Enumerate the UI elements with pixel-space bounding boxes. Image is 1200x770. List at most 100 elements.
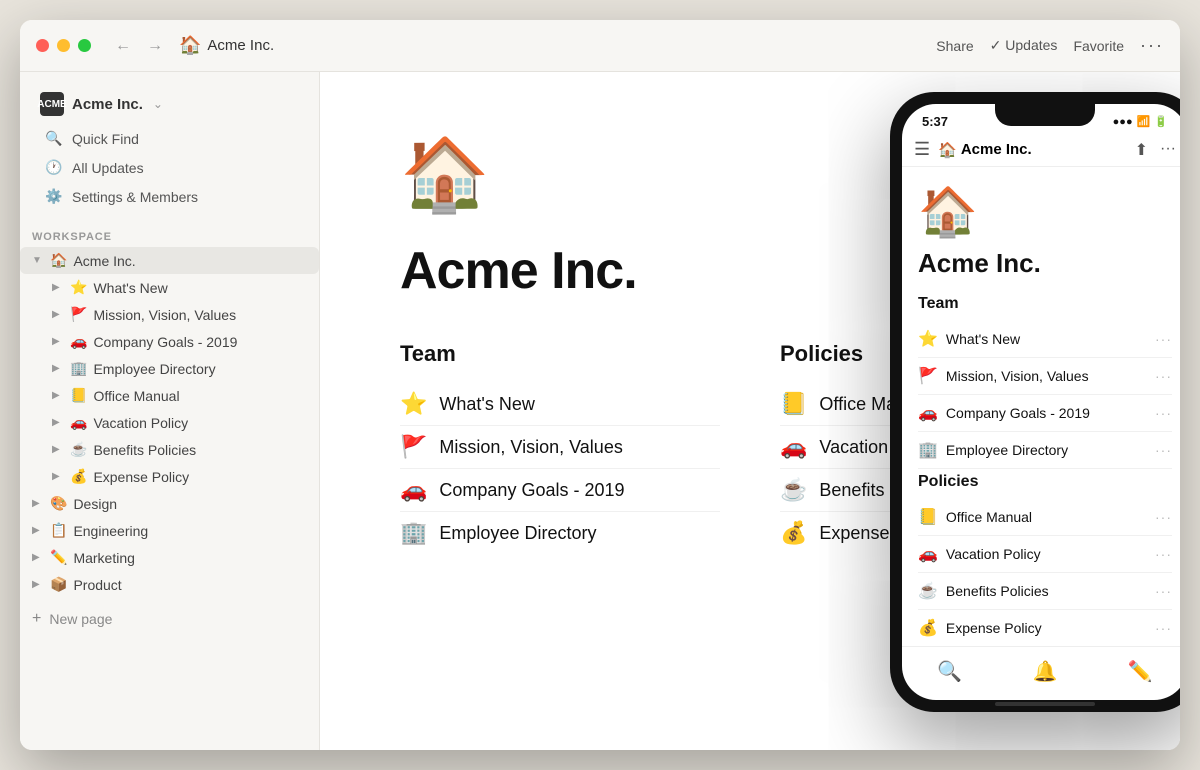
- close-button[interactable]: [36, 39, 49, 52]
- favorite-button[interactable]: Favorite: [1073, 38, 1124, 54]
- office-manual-label: Office Manual: [93, 388, 179, 404]
- quick-find-item[interactable]: 🔍 Quick Find: [36, 124, 303, 153]
- list-item[interactable]: 🚗 Company Goals - 2019: [400, 469, 720, 512]
- minimize-button[interactable]: [57, 39, 70, 52]
- phone-bell-icon[interactable]: 🔔: [1033, 659, 1058, 684]
- design-label: Design: [73, 496, 311, 512]
- sidebar-item-office-manual[interactable]: ▶ 📒 Office Manual: [20, 382, 319, 409]
- breadcrumb: 🏠 Acme Inc.: [179, 35, 936, 56]
- mission-emoji: 🚩: [70, 306, 87, 323]
- gear-icon: ⚙️: [44, 188, 64, 205]
- phone-screen: 5:37 ●●● 📶 🔋 ☰ 🏠 A: [902, 104, 1180, 700]
- phone-edit-icon[interactable]: ✏️: [1128, 659, 1153, 684]
- list-item[interactable]: 🏢 Employee Directory ···: [918, 432, 1172, 469]
- marketing-emoji: ✏️: [50, 549, 67, 566]
- vacation-policy-emoji: 🚗: [70, 414, 87, 431]
- whats-new-label: What's New: [93, 280, 167, 296]
- settings-item[interactable]: ⚙️ Settings & Members: [36, 182, 303, 211]
- list-item[interactable]: ⭐ What's New ···: [918, 321, 1172, 358]
- list-item[interactable]: 📒 Office Manual ···: [918, 499, 1172, 536]
- chevron-down-icon: ⌄: [153, 97, 163, 111]
- sidebar-item-marketing[interactable]: ▶ ✏️ Marketing: [20, 544, 319, 571]
- sidebar-item-company-goals[interactable]: ▶ 🚗 Company Goals - 2019: [20, 328, 319, 355]
- sidebar-item-benefits[interactable]: ▶ ☕ Benefits Policies: [20, 436, 319, 463]
- sidebar-item-mission[interactable]: ▶ 🚩 Mission, Vision, Values: [20, 301, 319, 328]
- list-item[interactable]: 🚩 Mission, Vision, Values ···: [918, 358, 1172, 395]
- title-bar-actions: Share ✓ Updates Favorite ···: [936, 35, 1164, 56]
- vacation-policy-label: Vacation Policy: [93, 415, 188, 431]
- list-item[interactable]: 🚗 Company Goals - 2019 ···: [918, 395, 1172, 432]
- workspace-name: Acme Inc.: [72, 96, 143, 113]
- clock-icon: 🕐: [44, 159, 64, 176]
- sidebar-item-acme[interactable]: ▼ 🏠 Acme Inc.: [20, 247, 319, 274]
- main-content: ACME Acme Inc. ⌄ 🔍 Quick Find 🕐 All Upda…: [20, 72, 1180, 750]
- expand-arrow-icon: ▶: [52, 471, 64, 482]
- workspace-section-label: WORKSPACE: [20, 219, 319, 247]
- phone-search-icon[interactable]: 🔍: [937, 659, 962, 684]
- engineering-label: Engineering: [73, 523, 311, 539]
- workspace-selector[interactable]: ACME Acme Inc. ⌄: [36, 84, 303, 124]
- search-icon: 🔍: [44, 130, 64, 147]
- hamburger-icon[interactable]: ☰: [914, 139, 930, 160]
- design-emoji: 🎨: [50, 495, 67, 512]
- all-updates-item[interactable]: 🕐 All Updates: [36, 153, 303, 182]
- expense-policy-emoji: 💰: [70, 468, 87, 485]
- sidebar-item-whats-new[interactable]: ▶ ⭐ What's New: [20, 274, 319, 301]
- mission-label: Mission, Vision, Values: [93, 307, 236, 323]
- nav-arrows: ← →: [111, 34, 167, 58]
- company-goals-emoji: 🚗: [70, 333, 87, 350]
- expand-arrow-icon: ▶: [52, 390, 64, 401]
- phone-status-icons: ●●● 📶 🔋: [1113, 115, 1168, 128]
- office-manual-emoji: 📒: [70, 387, 87, 404]
- forward-button[interactable]: →: [143, 34, 167, 58]
- quick-find-label: Quick Find: [72, 131, 295, 147]
- share-icon[interactable]: ⬆: [1135, 140, 1148, 160]
- phone-page-title: Acme Inc.: [961, 141, 1032, 158]
- benefits-emoji: ☕: [70, 441, 87, 458]
- phone-home-indicator: [995, 702, 1095, 706]
- list-item[interactable]: 🏢 Employee Directory: [400, 512, 720, 554]
- sidebar-top: ACME Acme Inc. ⌄ 🔍 Quick Find 🕐 All Upda…: [20, 72, 319, 219]
- team-heading: Team: [400, 341, 720, 367]
- product-emoji: 📦: [50, 576, 67, 593]
- app-window: ← → 🏠 Acme Inc. Share ✓ Updates Favorite…: [20, 20, 1180, 750]
- acme-label: Acme Inc.: [73, 253, 311, 269]
- expand-arrow-icon: ▶: [32, 525, 44, 536]
- signal-icon: ●●●: [1113, 116, 1133, 128]
- list-item[interactable]: ☕ Benefits Policies ···: [918, 573, 1172, 610]
- phone-time: 5:37: [922, 114, 948, 129]
- sidebar-item-employee-directory[interactable]: ▶ 🏢 Employee Directory: [20, 355, 319, 382]
- wifi-icon: 📶: [1137, 115, 1151, 128]
- sidebar-item-engineering[interactable]: ▶ 📋 Engineering: [20, 517, 319, 544]
- benefits-label: Benefits Policies: [93, 442, 196, 458]
- sidebar-item-vacation-policy[interactable]: ▶ 🚗 Vacation Policy: [20, 409, 319, 436]
- updates-button[interactable]: ✓ Updates: [990, 37, 1058, 54]
- list-item[interactable]: 🚩 Mission, Vision, Values: [400, 426, 720, 469]
- workspace-logo: ACME: [40, 92, 64, 116]
- fullscreen-button[interactable]: [78, 39, 91, 52]
- employee-dir-emoji: 🏢: [70, 360, 87, 377]
- expand-arrow-icon: ▼: [32, 255, 44, 266]
- page-content: 🏠 Acme Inc. Team ⭐ What's New 🚩 Mission,…: [320, 72, 1180, 750]
- expand-arrow-icon: ▶: [52, 309, 64, 320]
- list-item[interactable]: ⭐ What's New: [400, 383, 720, 426]
- new-page-button[interactable]: + New page: [20, 602, 319, 636]
- sidebar-item-design[interactable]: ▶ 🎨 Design: [20, 490, 319, 517]
- list-item[interactable]: 🚗 Vacation Policy ···: [918, 536, 1172, 573]
- sidebar-item-product[interactable]: ▶ 📦 Product: [20, 571, 319, 598]
- phone-page-emoji: 🏠: [938, 141, 957, 159]
- more-icon[interactable]: ···: [1160, 140, 1176, 160]
- plus-icon: +: [32, 610, 41, 628]
- more-button[interactable]: ···: [1140, 35, 1164, 56]
- whats-new-emoji: ⭐: [70, 279, 87, 296]
- phone-nav-title: 🏠 Acme Inc.: [938, 141, 1134, 159]
- list-item[interactable]: 💰 Expense Policy ···: [918, 610, 1172, 646]
- phone-bottom-bar: 🔍 🔔 ✏️: [902, 646, 1180, 700]
- company-goals-label: Company Goals - 2019: [93, 334, 237, 350]
- sidebar-item-expense-policy[interactable]: ▶ 💰 Expense Policy: [20, 463, 319, 490]
- phone-frame: 5:37 ●●● 📶 🔋 ☰ 🏠 A: [890, 92, 1180, 712]
- employee-dir-label: Employee Directory: [93, 361, 215, 377]
- share-button[interactable]: Share: [936, 38, 973, 54]
- back-button[interactable]: ←: [111, 34, 135, 58]
- expand-arrow-icon: ▶: [32, 498, 44, 509]
